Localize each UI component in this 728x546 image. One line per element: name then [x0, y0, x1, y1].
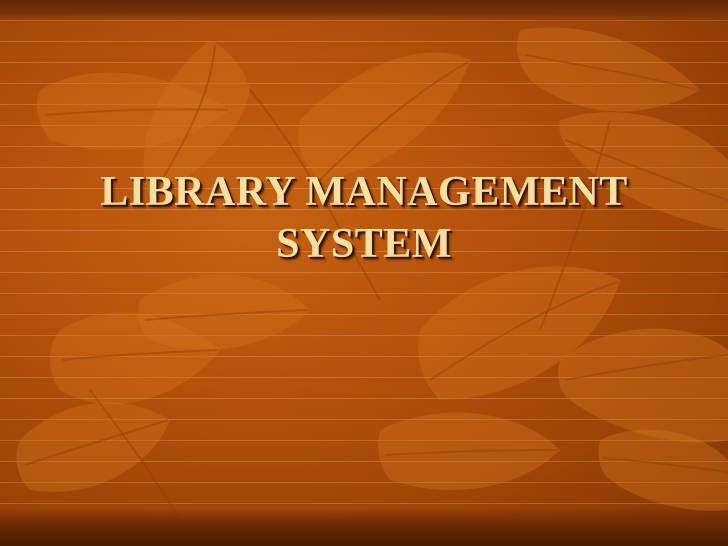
slide-title: LIBRARY MANAGEMENT SYSTEM — [40, 166, 688, 270]
bottom-border-band — [0, 508, 728, 546]
slide-title-line-2: SYSTEM — [276, 221, 452, 267]
top-border-band — [0, 0, 728, 22]
slide: LIBRARY MANAGEMENT SYSTEM — [0, 0, 728, 546]
slide-title-line-1: LIBRARY MANAGEMENT — [100, 169, 628, 215]
leaf-pattern-icon — [16, 27, 728, 521]
